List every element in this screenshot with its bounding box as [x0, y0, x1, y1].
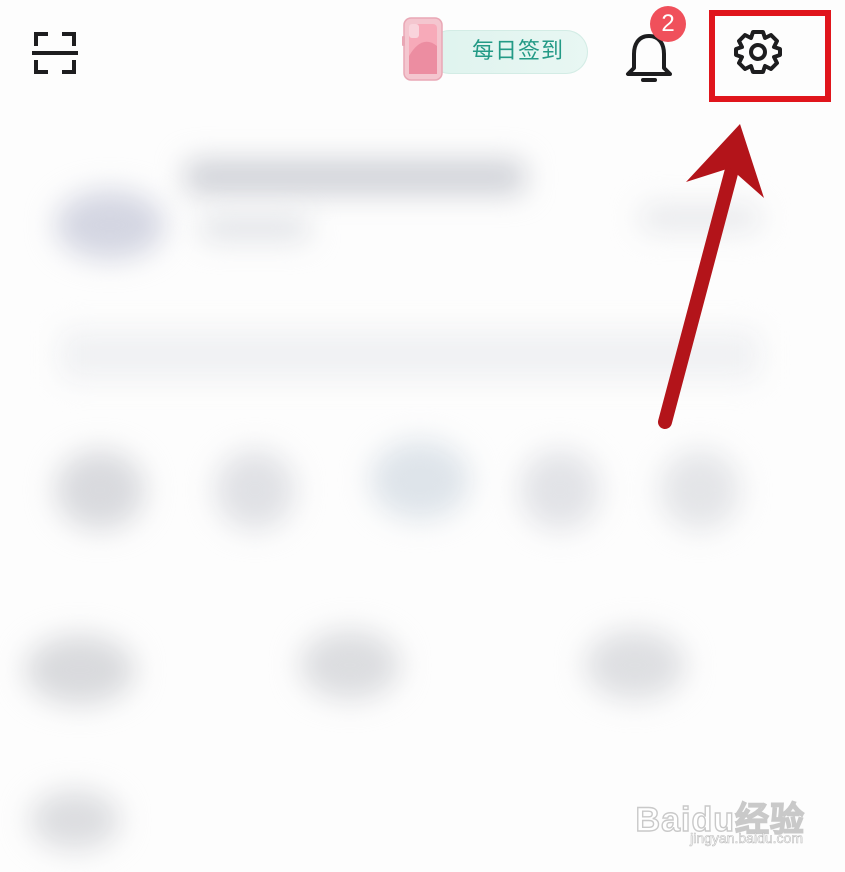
- notification-badge: 2: [650, 6, 686, 42]
- scan-icon[interactable]: [30, 30, 80, 76]
- settings-highlight-box: [709, 10, 831, 102]
- blurred-tool-icon-2: [300, 630, 400, 700]
- blurred-tool-icon-1: [25, 635, 135, 705]
- blurred-menu-icon-3: [370, 440, 470, 520]
- phone-icon: [402, 17, 443, 81]
- baidu-watermark: Baidu经验 jingyan.baidu.com: [635, 792, 805, 852]
- blurred-menu-icon-2: [215, 450, 295, 530]
- blurred-menu-icon-4: [520, 450, 600, 530]
- blurred-menu-icon-5: [660, 450, 740, 530]
- blurred-tool-icon-3: [585, 630, 685, 700]
- daily-checkin-button[interactable]: 每日签到: [398, 16, 588, 82]
- blurred-tool-icon-4: [30, 790, 120, 850]
- app-screen: 每日签到 2 Baidu经验 jingyan.baidu.com: [0, 0, 845, 872]
- blurred-subtitle: [200, 215, 310, 241]
- notifications-button[interactable]: 2: [618, 6, 688, 82]
- blurred-avatar: [55, 190, 165, 260]
- blurred-title-bar: [185, 160, 525, 194]
- checkin-label: 每日签到: [472, 39, 565, 64]
- watermark-url: jingyan.baidu.com: [690, 830, 803, 847]
- blurred-menu-icon-1: [55, 450, 145, 530]
- annotation-arrow: [658, 124, 764, 429]
